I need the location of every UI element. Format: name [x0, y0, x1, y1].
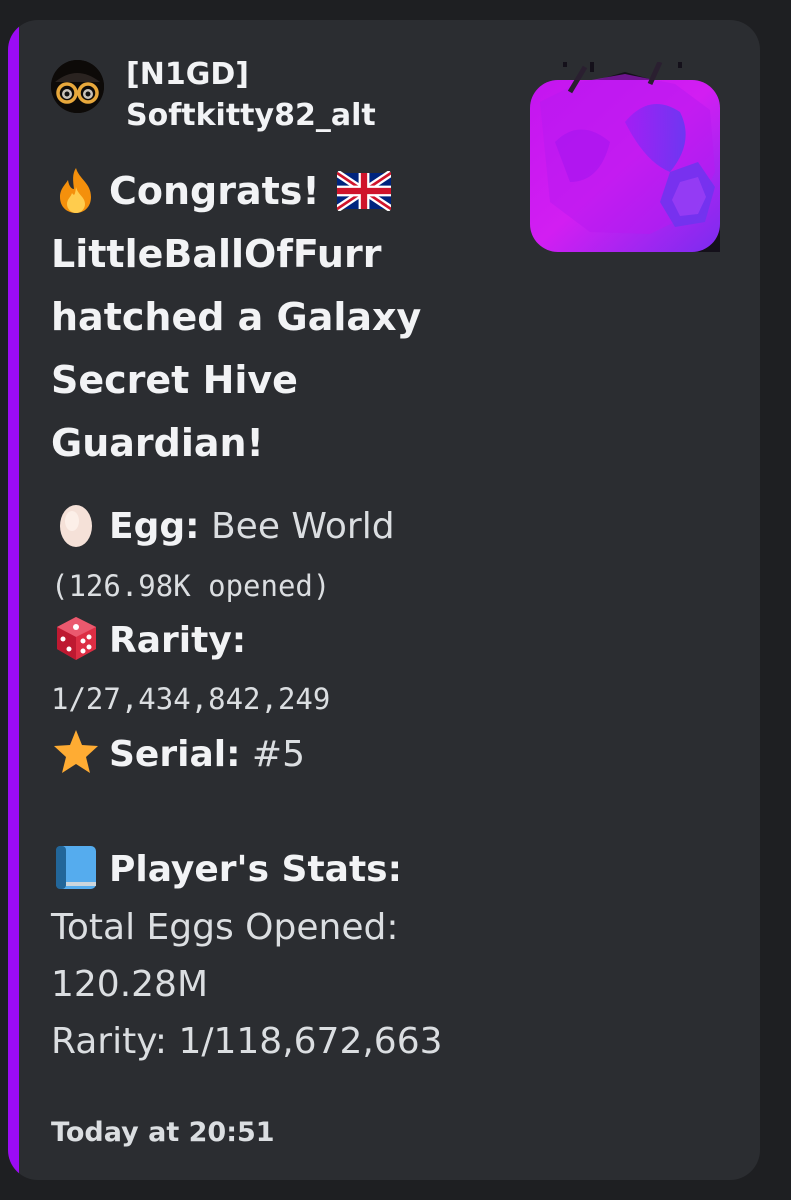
title-line-3: hatched a Galaxy — [51, 295, 422, 339]
title-line-2: LittleBallOfFurr — [51, 232, 382, 276]
rarity-value: 1/27,434,842,249 — [51, 682, 331, 716]
message-embed: [N1GD] Softkitty82_alt Congrats! LittleB… — [8, 20, 760, 1180]
total-eggs-value: 120.28M — [51, 964, 209, 1005]
egg-value: Bee World — [210, 506, 395, 547]
uk-flag-icon — [336, 170, 391, 211]
pet-thumbnail[interactable] — [530, 60, 720, 252]
author-tag[interactable]: [N1GD] — [126, 56, 249, 94]
rarity-label: Rarity: — [109, 620, 247, 661]
embed-accent-bar — [8, 20, 19, 1180]
player-stats-header: Player's Stats: — [51, 845, 402, 896]
serial-label: Serial: — [109, 734, 241, 775]
egg-label: Egg: — [109, 506, 200, 547]
player-rarity: Rarity: 1/118,672,663 — [51, 1021, 443, 1062]
player-stats-label: Player's Stats: — [109, 849, 402, 890]
serial-value: #5 — [251, 734, 305, 775]
rarity-field: Rarity: — [51, 616, 246, 667]
title-line-5: Guardian! — [51, 421, 264, 465]
galaxy-hive-guardian-image — [530, 60, 720, 252]
embed-title: Congrats! LittleBallOfFurr hatched a Gal… — [51, 160, 471, 475]
title-line-4: Secret Hive — [51, 358, 298, 402]
author-avatar[interactable] — [51, 60, 104, 113]
serial-field: Serial: #5 — [51, 730, 305, 781]
total-eggs-label: Total Eggs Opened: — [51, 907, 399, 948]
title-congrats: Congrats! — [109, 169, 320, 213]
message-timestamp[interactable]: Today at 20:51 — [51, 1115, 275, 1151]
avatar-face-icon — [51, 60, 104, 113]
egg-icon — [60, 505, 92, 547]
fire-icon — [60, 167, 91, 213]
egg-opened-count: (126.98K opened) — [51, 569, 331, 603]
star-icon — [54, 730, 98, 773]
author-name[interactable]: Softkitty82_alt — [126, 97, 376, 135]
egg-field: Egg: Bee World — [51, 502, 395, 553]
blue-book-icon — [56, 846, 96, 889]
dice-icon — [57, 617, 96, 660]
title-line-1: Congrats! — [51, 160, 471, 223]
